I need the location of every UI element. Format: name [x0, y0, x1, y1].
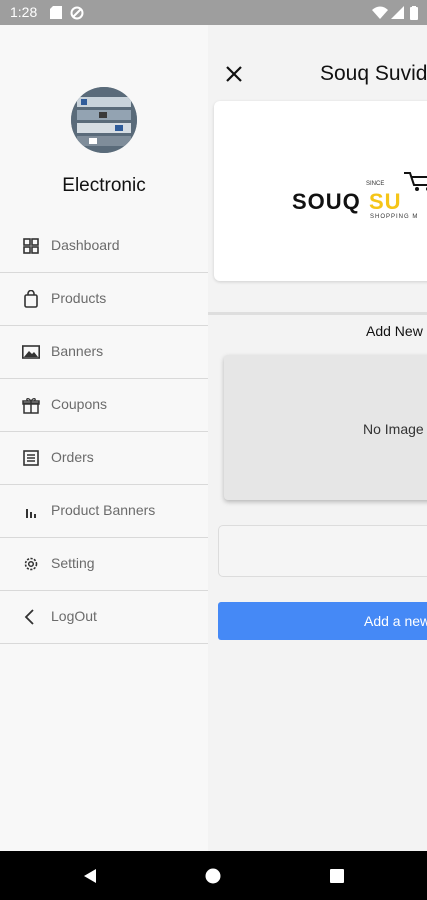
battery-icon — [410, 6, 418, 20]
store-logo-card[interactable]: SINCE SOUQ SU SHOPPING M — [214, 101, 427, 281]
divider — [208, 312, 427, 315]
chevron-left-icon — [24, 609, 34, 625]
gift-icon — [22, 398, 40, 414]
store-avatar-image — [71, 87, 137, 153]
drawer-item-label: Dashboard — [51, 237, 120, 253]
cart-icon — [404, 172, 427, 191]
store-name: Electronic — [62, 175, 146, 196]
drawer-menu: Dashboard Products Banners Coupons Order… — [0, 220, 208, 644]
drawer-item-label: Banners — [51, 343, 104, 359]
drawer-item-banners[interactable]: Banners — [0, 326, 208, 379]
status-bar: 1:28 — [0, 0, 427, 25]
page-title: Souq Suvid — [320, 62, 427, 85]
brand-logo: SINCE SOUQ SU SHOPPING M — [292, 172, 427, 220]
dashboard-icon — [23, 238, 39, 254]
drawer-item-label: Coupons — [51, 396, 108, 412]
bar-chart-icon — [26, 509, 36, 518]
drawer-item-coupons[interactable]: Coupons — [0, 379, 208, 432]
navigation-drawer: Electronic Dashboard Products Banners Co… — [0, 25, 208, 851]
data-saver-icon — [70, 6, 84, 20]
drawer-item-label: Setting — [51, 555, 95, 571]
drawer-item-products[interactable]: Products — [0, 273, 208, 326]
drawer-item-product-banners[interactable]: Product Banners — [0, 485, 208, 538]
back-icon[interactable] — [82, 868, 98, 884]
image-icon — [22, 345, 40, 359]
store-avatar[interactable] — [71, 87, 137, 153]
wifi-icon — [372, 6, 388, 19]
gear-icon — [24, 557, 38, 571]
add-new-button-label: Add a new — [364, 613, 427, 629]
drawer-item-label: Products — [51, 290, 107, 306]
drawer-item-dashboard[interactable]: Dashboard — [0, 220, 208, 273]
logo-brand-dark: SOUQ — [292, 189, 361, 214]
drawer-item-label: LogOut — [51, 608, 97, 624]
sd-card-icon — [50, 6, 62, 19]
recents-icon[interactable] — [329, 868, 345, 884]
close-icon[interactable] — [224, 64, 244, 84]
logo-tagline: SHOPPING M — [370, 214, 418, 220]
drawer-item-label: Product Banners — [51, 502, 156, 518]
section-title: Add New — [366, 323, 423, 339]
no-image-label: No Image S — [363, 421, 427, 437]
drawer-item-orders[interactable]: Orders — [0, 432, 208, 485]
drawer-item-label: Orders — [51, 449, 94, 465]
status-time: 1:28 — [10, 4, 38, 20]
system-navigation-bar — [0, 851, 427, 900]
orders-icon — [23, 450, 39, 466]
add-new-button[interactable]: Add a new — [218, 602, 427, 640]
logo-brand-yellow: SU — [369, 189, 402, 214]
image-picker[interactable]: No Image S — [224, 355, 427, 500]
logo-since: SINCE — [366, 181, 384, 187]
shopping-bag-icon — [24, 290, 38, 308]
home-icon[interactable] — [205, 868, 221, 884]
drawer-item-setting[interactable]: Setting — [0, 538, 208, 591]
main-content: Souq Suvid SINCE SOUQ SU SHOPPING M Add … — [208, 25, 427, 851]
drawer-item-logout[interactable]: LogOut — [0, 591, 208, 644]
signal-icon — [391, 6, 404, 19]
banner-input-field[interactable] — [218, 525, 427, 577]
